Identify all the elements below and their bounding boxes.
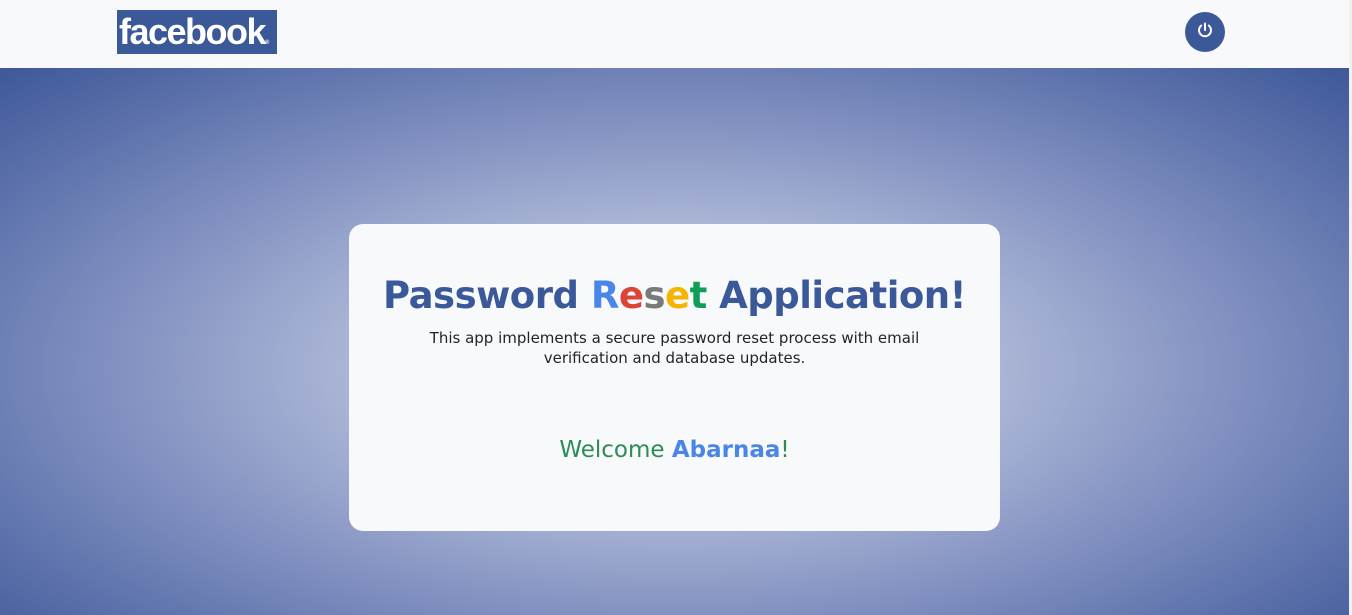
facebook-logo[interactable]: facebook® [117, 10, 277, 54]
top-navbar: facebook® [0, 0, 1349, 68]
title-reset-letter: e [618, 274, 644, 317]
logout-button[interactable] [1185, 12, 1225, 52]
logo-text: facebook [119, 11, 267, 52]
welcome-message: Welcome Abarnaa! [349, 434, 1000, 466]
power-icon [1196, 21, 1214, 43]
title-reset-letter: e [664, 274, 690, 317]
app-description: This app implements a secure password re… [429, 329, 920, 367]
user-name: Abarnaa [671, 437, 781, 463]
page-title: Password Reset Application! [349, 272, 1000, 320]
title-part2: Application! [706, 274, 967, 317]
title-reset-letter: s [643, 274, 665, 317]
title-reset-letter: R [590, 274, 620, 317]
welcome-suffix: ! [780, 437, 790, 463]
registered-mark: ® [265, 40, 270, 46]
title-part1: Password [382, 274, 591, 317]
welcome-prefix: Welcome [559, 437, 672, 463]
title-reset-letter: t [689, 274, 708, 317]
welcome-card: Password Reset Application! This app imp… [349, 224, 1000, 531]
